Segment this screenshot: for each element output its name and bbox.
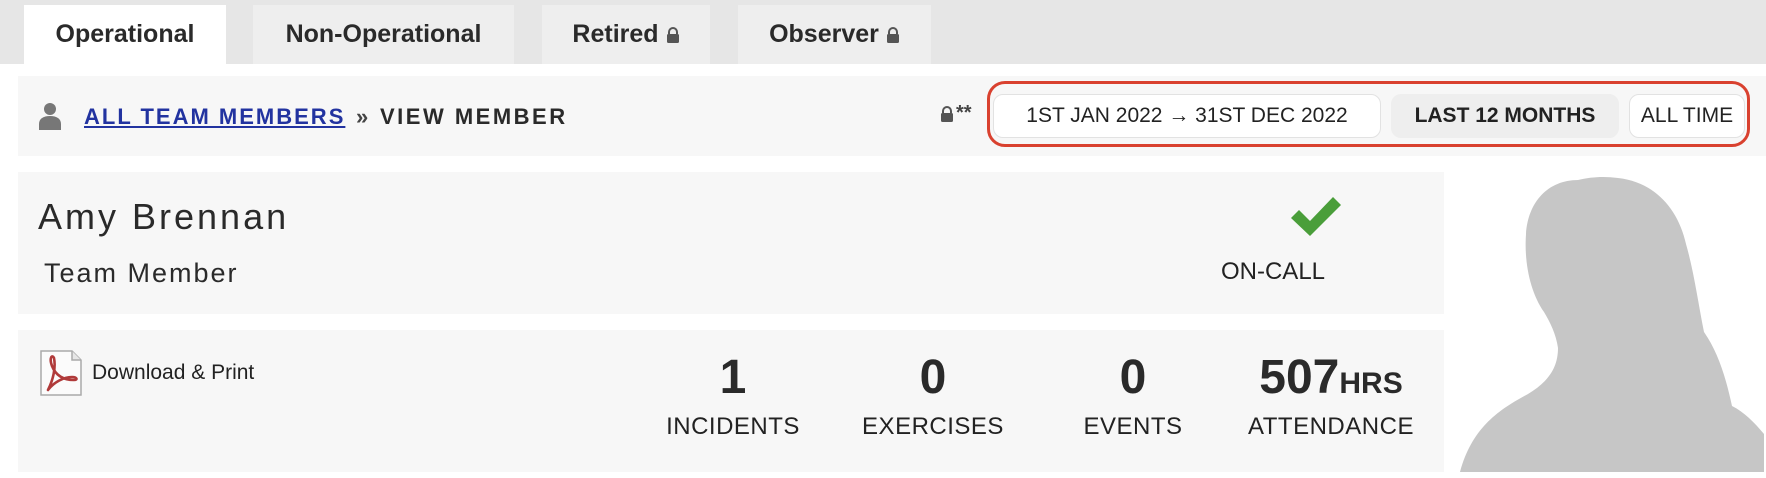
tab-observer[interactable]: Observer xyxy=(738,5,931,64)
lock-icon xyxy=(886,26,900,43)
tab-retired-label: Retired xyxy=(572,20,659,48)
lock-icon xyxy=(666,26,680,43)
tab-non-operational-label: Non-Operational xyxy=(285,20,482,48)
on-call-status-label: ON-CALL xyxy=(1220,258,1326,285)
stat-attendance-label: ATTENDANCE xyxy=(1248,412,1414,440)
lock-icon xyxy=(941,105,953,122)
person-icon xyxy=(38,102,62,135)
member-header-bar: ALL TEAM MEMBERS » VIEW MEMBER ** 1ST JA… xyxy=(18,76,1766,156)
breadcrumb-current-page: VIEW MEMBER xyxy=(380,104,568,129)
stat-events-label: EVENTS xyxy=(1083,412,1183,440)
person-silhouette-icon xyxy=(1460,176,1764,472)
member-name: Amy Brennan xyxy=(38,196,290,237)
stat-incidents-value: 1 xyxy=(719,351,747,404)
stat-attendance-unit: HRS xyxy=(1339,367,1403,400)
stat-attendance-value: 507 xyxy=(1259,351,1340,404)
stat-exercises: 0 EXERCISES xyxy=(838,351,1028,441)
stat-attendance: 507HRS ATTENDANCE xyxy=(1236,351,1426,441)
member-role: Team Member xyxy=(44,258,239,288)
tab-operational[interactable]: Operational xyxy=(24,5,226,64)
breadcrumb-separator: » xyxy=(356,104,369,129)
stat-incidents-label: INCIDENTS xyxy=(666,412,800,440)
check-icon xyxy=(1288,194,1344,245)
lock-stars-text: ** xyxy=(956,102,972,124)
pdf-icon[interactable] xyxy=(40,350,82,401)
avatar xyxy=(1458,172,1764,472)
tab-retired[interactable]: Retired xyxy=(542,5,710,64)
stat-events-value: 0 xyxy=(1119,351,1147,404)
tab-observer-label: Observer xyxy=(769,20,879,48)
date-range-custom-button[interactable]: 1ST JAN 2022 → 31ST DEC 2022 xyxy=(993,94,1381,138)
date-range-all-time-button[interactable]: ALL TIME xyxy=(1629,94,1745,138)
download-print-link[interactable]: Download & Print xyxy=(92,361,254,385)
date-range-last-12-months-button[interactable]: LAST 12 MONTHS xyxy=(1391,94,1619,138)
breadcrumb-all-team-members-link[interactable]: ALL TEAM MEMBERS xyxy=(84,104,345,130)
member-tab-bar: Operational Non-Operational Retired Obse… xyxy=(0,0,1766,64)
stat-attendance-value-row: 507HRS xyxy=(1236,351,1426,405)
stat-events: 0 EVENTS xyxy=(1038,351,1228,441)
stat-exercises-label: EXERCISES xyxy=(862,412,1004,440)
member-summary-card: Amy Brennan Team Member ON-CALL xyxy=(18,172,1444,314)
tab-non-operational[interactable]: Non-Operational xyxy=(253,5,514,64)
stat-exercises-value: 0 xyxy=(919,351,947,404)
stat-incidents: 1 INCIDENTS xyxy=(638,351,828,441)
member-stats-bar: Download & Print 1 INCIDENTS 0 EXERCISES… xyxy=(18,330,1444,472)
date-range-lock: ** xyxy=(940,102,972,125)
tab-operational-label: Operational xyxy=(55,20,195,48)
